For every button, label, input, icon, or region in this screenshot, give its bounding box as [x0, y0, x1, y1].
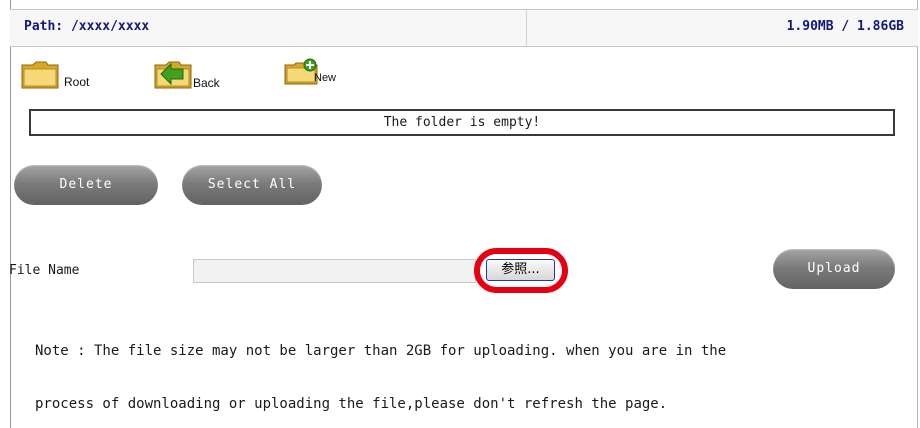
empty-folder-message: The folder is empty! — [29, 109, 895, 136]
note-line-2: process of downloading or uploading the … — [35, 396, 668, 412]
delete-button[interactable]: Delete — [14, 165, 158, 205]
new-label: New — [314, 72, 337, 84]
file-name-label: File Name — [9, 263, 80, 278]
storage-usage: 1.90MB / 1.86GB — [786, 19, 904, 34]
path-header: Path: /xxxx/xxxx 1.90MB / 1.86GB — [10, 9, 918, 47]
select-all-button[interactable]: Select All — [182, 165, 322, 205]
file-path-input[interactable] — [193, 259, 476, 283]
back-label: Back — [193, 76, 220, 90]
back-button[interactable]: Back — [153, 58, 243, 92]
header-divider — [526, 10, 527, 46]
file-manager-frame — [10, 0, 918, 428]
root-button[interactable]: Root — [20, 58, 110, 92]
folder-icon — [21, 61, 59, 89]
empty-folder-text: The folder is empty! — [383, 115, 541, 130]
root-label: Root — [64, 75, 90, 89]
folder-back-icon — [154, 61, 192, 89]
new-folder-button[interactable]: New — [283, 58, 373, 92]
note-line-1: Note : The file size may not be larger t… — [35, 343, 727, 359]
path-text: Path: /xxxx/xxxx — [24, 19, 150, 34]
browse-button[interactable]: 参照... — [486, 259, 555, 281]
upload-button[interactable]: Upload — [773, 249, 895, 289]
